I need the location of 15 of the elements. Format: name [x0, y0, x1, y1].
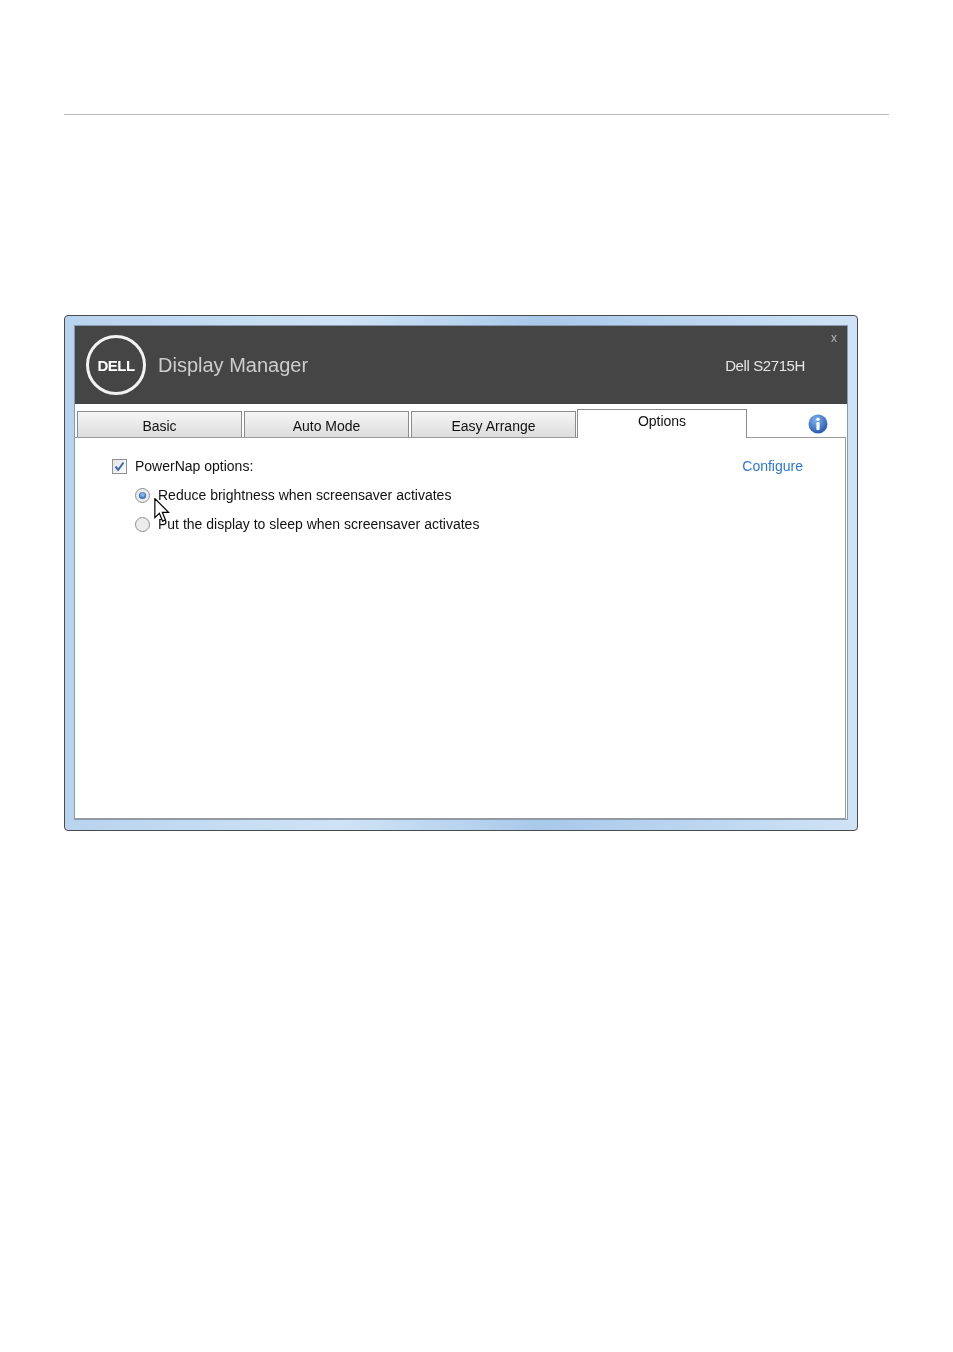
logo: DELL: [86, 335, 146, 395]
configure-link[interactable]: Configure: [742, 458, 803, 474]
window-title: Display Manager: [158, 353, 309, 377]
radio-button[interactable]: [135, 487, 150, 503]
checkbox[interactable]: [112, 458, 127, 474]
radio-label: Reduce brightness when screensaver activates: [158, 487, 452, 503]
close-button[interactable]: x: [829, 331, 839, 345]
tab[interactable]: Auto Mode: [244, 411, 409, 438]
info-icon[interactable]: [808, 413, 828, 434]
tab[interactable]: Options: [577, 409, 747, 438]
radio-button[interactable]: [135, 516, 150, 532]
tab[interactable]: Easy Arrange: [411, 411, 576, 438]
checkbox-label: PowerNap options:: [135, 458, 254, 474]
tab[interactable]: Basic: [77, 411, 242, 438]
monitor-name: Dell S2715H: [725, 356, 805, 374]
